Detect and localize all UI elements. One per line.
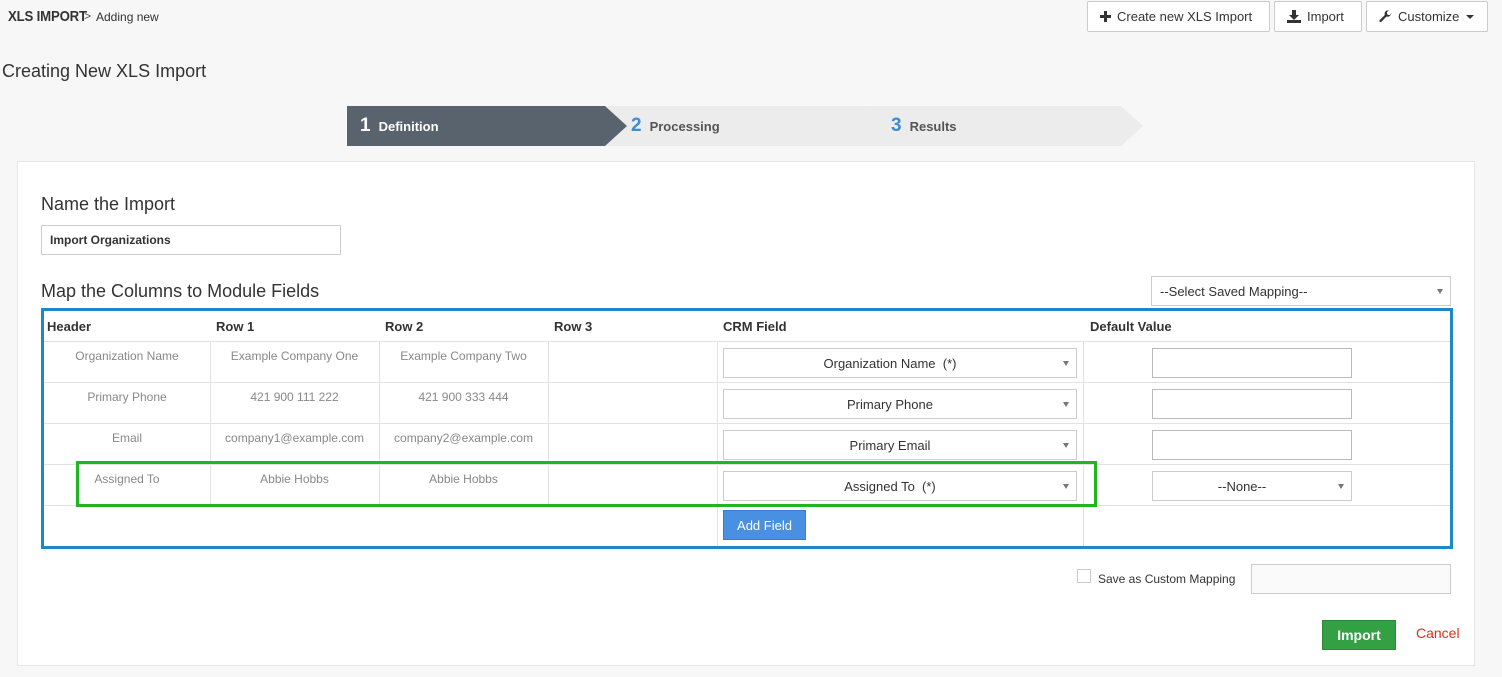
crm-field-value: Primary Phone xyxy=(847,396,933,412)
chevron-down-icon xyxy=(1437,289,1443,294)
import-top-label: Import xyxy=(1307,9,1344,24)
import-button[interactable]: Import xyxy=(1322,620,1396,650)
create-new-xls-import-button[interactable]: Create new XLS Import xyxy=(1087,1,1270,32)
default-value-select[interactable]: --None-- xyxy=(1152,471,1352,501)
step-label: Results xyxy=(909,118,957,134)
row-divider xyxy=(44,341,1450,342)
step-number: 2 xyxy=(631,115,642,136)
row2-cell: company2@example.com xyxy=(394,431,533,445)
crm-field-select[interactable]: Primary Phone xyxy=(723,389,1077,419)
cancel-link[interactable]: Cancel xyxy=(1416,625,1460,641)
header-cell: Primary Phone xyxy=(87,390,167,404)
column-divider xyxy=(717,341,718,546)
breadcrumb-current: Adding new xyxy=(96,10,159,24)
column-divider xyxy=(1083,341,1084,546)
crm-field-value: Assigned To (*) xyxy=(844,478,936,494)
customize-label: Customize xyxy=(1398,9,1460,24)
saved-mapping-select[interactable]: --Select Saved Mapping-- xyxy=(1151,276,1451,306)
default-value-value: --None-- xyxy=(1217,478,1267,494)
chevron-down-icon xyxy=(1063,402,1069,407)
customize-dropdown-button[interactable]: Customize xyxy=(1366,1,1488,32)
row-divider xyxy=(44,423,1450,424)
add-field-button[interactable]: Add Field xyxy=(723,510,806,540)
chevron-down-icon xyxy=(1338,484,1344,489)
step-label: Processing xyxy=(649,118,720,134)
row2-cell: Abbie Hobbs xyxy=(429,472,498,486)
row1-cell: Example Company One xyxy=(230,349,359,363)
column-mapping-table: Header Row 1 Row 2 Row 3 CRM Field Defau… xyxy=(41,308,1453,549)
save-custom-mapping-label: Save as Custom Mapping xyxy=(1098,572,1236,586)
import-name-input[interactable]: Import Organizations xyxy=(41,225,341,255)
row2-cell: 421 900 333 444 xyxy=(418,390,509,404)
row-divider xyxy=(44,382,1450,383)
row1-cell: 421 900 111 222 xyxy=(250,390,339,404)
column-header: Row 1 xyxy=(216,318,255,334)
crm-field-value: Organization Name (*) xyxy=(823,355,957,371)
column-header: Header xyxy=(47,318,92,334)
default-value-input[interactable] xyxy=(1152,348,1352,378)
step-label: Definition xyxy=(378,118,439,134)
chevron-down-icon xyxy=(1063,443,1069,448)
chevron-down-icon xyxy=(1063,484,1069,489)
download-icon xyxy=(1287,10,1301,23)
crm-field-select[interactable]: Primary Email xyxy=(723,430,1077,460)
wrench-icon xyxy=(1379,10,1392,23)
wizard-steps: 1 Definition 2 Processing 3 Results xyxy=(347,106,1147,146)
step-processing: 2 Processing xyxy=(605,106,885,146)
step-results: 3 Results xyxy=(863,106,1143,146)
chevron-down-icon xyxy=(1063,361,1069,366)
step-definition: 1 Definition xyxy=(347,106,627,146)
module-brand[interactable]: XLS IMPORT xyxy=(8,8,87,25)
plus-icon xyxy=(1100,11,1111,22)
header-cell: Organization Name xyxy=(75,349,179,363)
column-header: Default Value xyxy=(1090,318,1172,334)
row-divider xyxy=(44,505,1450,506)
row-divider xyxy=(44,464,1450,465)
custom-mapping-name-input[interactable] xyxy=(1251,564,1451,594)
save-custom-mapping-checkbox[interactable] xyxy=(1077,569,1091,583)
saved-mapping-value: --Select Saved Mapping-- xyxy=(1160,283,1308,299)
create-new-label: Create new XLS Import xyxy=(1117,9,1253,24)
crm-field-select[interactable]: Organization Name (*) xyxy=(723,348,1077,378)
header-cell: Email xyxy=(111,431,142,445)
step-number: 1 xyxy=(360,115,371,136)
name-import-heading: Name the Import xyxy=(41,194,176,214)
column-header: Row 2 xyxy=(385,318,424,334)
default-value-input[interactable] xyxy=(1152,430,1352,460)
row1-cell: Abbie Hobbs xyxy=(260,472,329,486)
page-title: Creating New XLS Import xyxy=(2,61,207,81)
column-header: CRM Field xyxy=(723,318,787,334)
breadcrumb-separator: > xyxy=(84,9,92,23)
crm-field-select[interactable]: Assigned To (*) xyxy=(723,471,1077,501)
row2-cell: Example Company Two xyxy=(400,349,527,363)
default-value-input[interactable] xyxy=(1152,389,1352,419)
import-top-button[interactable]: Import xyxy=(1274,1,1362,32)
row1-cell: company1@example.com xyxy=(225,431,364,445)
column-header: Row 3 xyxy=(554,318,593,334)
chevron-down-icon xyxy=(1466,14,1475,19)
map-columns-heading: Map the Columns to Module Fields xyxy=(41,281,320,301)
header-cell: Assigned To xyxy=(94,472,160,486)
step-number: 3 xyxy=(891,115,902,136)
crm-field-value: Primary Email xyxy=(849,437,931,453)
top-bar: XLS IMPORT > Adding new Create new XLS I… xyxy=(0,0,1502,36)
